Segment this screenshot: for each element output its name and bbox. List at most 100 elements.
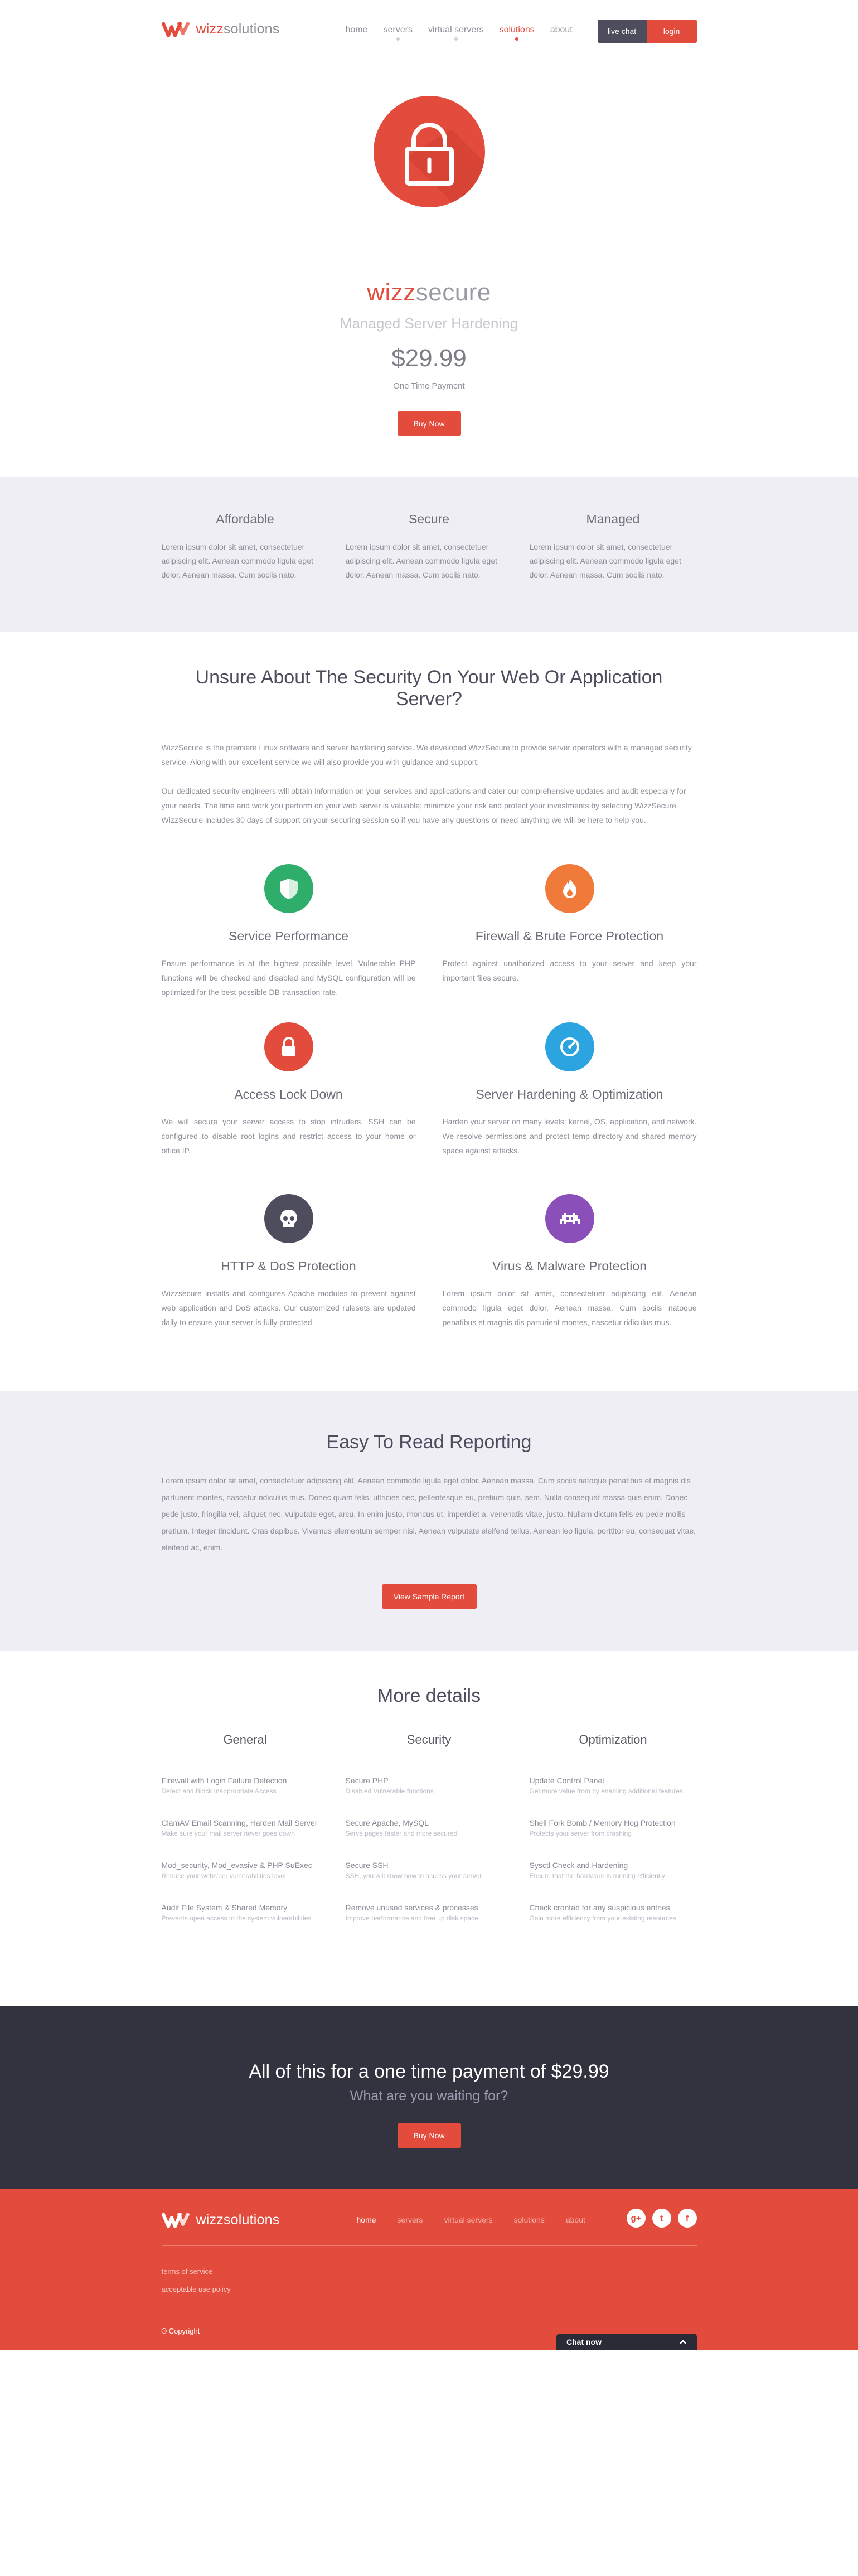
skull-icon bbox=[264, 1194, 313, 1243]
nav-home[interactable]: home bbox=[346, 25, 368, 35]
feature-text: Ensure performance is at the highest pos… bbox=[161, 959, 416, 997]
hero-section: wizzsecure Managed Server Hardening $29.… bbox=[0, 61, 858, 436]
live-chat-button[interactable]: live chat bbox=[597, 20, 647, 43]
benefit-title: Affordable bbox=[216, 512, 274, 526]
benefit-secure: Secure Lorem ipsum dolor sit amet, conse… bbox=[346, 512, 513, 582]
padlock-icon bbox=[373, 96, 485, 207]
list-item: Firewall with Login Failure Detection Det… bbox=[161, 1776, 287, 1795]
feature-title: Virus & Malware Protection bbox=[492, 1259, 647, 1273]
product-price: $29.99 bbox=[391, 345, 467, 372]
feature-server-hardening: Server Hardening & Optimization Harden y… bbox=[443, 1022, 697, 1158]
product-subtitle: Managed Server Hardening bbox=[340, 315, 518, 332]
details-column-heading: Optimization bbox=[579, 1733, 647, 1747]
reporting-text: Lorem ipsum dolor sit amet, consectetuer… bbox=[161, 1476, 696, 1552]
cta-buy-now-button[interactable]: Buy Now bbox=[397, 2123, 461, 2148]
list-item: Secure SSH SSH, you will know how to acce… bbox=[345, 1861, 482, 1880]
reporting-title: Easy To Read Reporting bbox=[326, 1432, 532, 1453]
footer-links: terms of service acceptable use policy bbox=[162, 2263, 231, 2298]
list-item: Remove unused services & processes Improv… bbox=[345, 1903, 478, 1922]
social-links: g+ t f bbox=[626, 2209, 697, 2228]
google-plus-icon[interactable]: g+ bbox=[626, 2209, 646, 2228]
benefit-title: Managed bbox=[586, 512, 640, 526]
security-section-title: Unsure About The Security On Your Web Or… bbox=[195, 667, 663, 710]
lock-icon bbox=[264, 1022, 313, 1071]
details-column-security: Security Secure PHP Disabled Vulnerable f… bbox=[346, 1733, 513, 1944]
feature-text: Lorem ipsum dolor sit amet, consectetuer… bbox=[442, 1289, 697, 1327]
site-logo[interactable]: wizzsolutions bbox=[161, 19, 280, 39]
feature-text: We will secure your server access to sto… bbox=[161, 1117, 416, 1155]
footer-nav-virtual-servers[interactable]: virtual servers bbox=[444, 2215, 492, 2224]
flame-icon bbox=[545, 864, 594, 913]
details-columns: General Firewall with Login Failure Dete… bbox=[162, 1733, 697, 1944]
footer-nav-solutions[interactable]: solutions bbox=[514, 2215, 545, 2224]
feature-access-lock-down: Access Lock Down We will secure your ser… bbox=[162, 1022, 416, 1158]
view-sample-report-button[interactable]: View Sample Report bbox=[381, 1584, 477, 1609]
footer-nav-about[interactable]: about bbox=[566, 2215, 585, 2224]
feature-text: Protect against unathorized access to yo… bbox=[442, 959, 697, 982]
security-section: Unsure About The Security On Your Web Or… bbox=[0, 632, 858, 1391]
details-column-heading: Security bbox=[406, 1733, 452, 1747]
list-item: Shell Fork Bomb / Memory Hog Protection P… bbox=[529, 1818, 676, 1837]
site-footer: wizzsolutions home servers virtual serve… bbox=[0, 2189, 858, 2350]
benefits-strip: Affordable Lorem ipsum dolor sit amet, c… bbox=[0, 477, 858, 632]
logo-text: wizzsolutions bbox=[196, 21, 280, 37]
list-item: Secure PHP Disabled Vulnerable functions bbox=[345, 1776, 434, 1795]
chat-now-widget[interactable]: Chat now bbox=[556, 2334, 697, 2350]
nav-virtual-servers[interactable]: virtual servers bbox=[428, 25, 484, 41]
cta-section: All of this for a one time payment of $2… bbox=[0, 2006, 858, 2189]
feature-title: Firewall & Brute Force Protection bbox=[475, 929, 664, 943]
benefit-managed: Managed Lorem ipsum dolor sit amet, cons… bbox=[530, 512, 697, 582]
gauge-icon bbox=[545, 1022, 594, 1071]
main-nav: home servers virtual servers solutions a… bbox=[346, 25, 573, 41]
cta-subline: What are you waiting for? bbox=[350, 2088, 508, 2104]
invader-icon bbox=[545, 1194, 594, 1243]
shield-icon bbox=[264, 864, 313, 913]
nav-servers[interactable]: servers bbox=[384, 25, 413, 41]
logo-text: wizzsolutions bbox=[196, 2211, 280, 2228]
footer-logo[interactable]: wizzsolutions bbox=[161, 2210, 280, 2230]
copyright: © Copyright bbox=[161, 2327, 200, 2335]
product-name: wizzsecure bbox=[367, 279, 491, 306]
feature-title: Server Hardening & Optimization bbox=[476, 1087, 663, 1102]
feature-title: Service Performance bbox=[229, 929, 348, 943]
list-item: Secure Apache, MySQL Serve pages faster a… bbox=[345, 1818, 458, 1837]
cta-headline: All of this for a one time payment of $2… bbox=[249, 2061, 609, 2082]
nav-solutions[interactable]: solutions bbox=[500, 25, 535, 41]
feature-title: Access Lock Down bbox=[234, 1087, 343, 1102]
list-item: Sysctl Check and Hardening Ensure that th… bbox=[529, 1861, 665, 1880]
twitter-icon[interactable]: t bbox=[652, 2209, 671, 2228]
acceptable-use-policy-link[interactable]: acceptable use policy bbox=[162, 2281, 231, 2298]
terms-of-service-link[interactable]: terms of service bbox=[162, 2263, 231, 2281]
details-column-general: General Firewall with Login Failure Dete… bbox=[162, 1733, 329, 1944]
list-item: Mod_security, Mod_evasive & PHP SuExec Re… bbox=[161, 1861, 312, 1880]
facebook-icon[interactable]: f bbox=[677, 2209, 697, 2228]
list-item: Check crontab for any suspicious entries… bbox=[529, 1903, 676, 1922]
price-note: One Time Payment bbox=[393, 381, 465, 391]
intro-paragraph: Our dedicated security engineers will ob… bbox=[161, 787, 686, 824]
feature-service-performance: Service Performance Ensure performance i… bbox=[162, 864, 416, 1000]
benefit-title: Secure bbox=[409, 512, 449, 526]
benefit-affordable: Affordable Lorem ipsum dolor sit amet, c… bbox=[162, 512, 329, 582]
feature-text: Wizzsecure installs and configures Apach… bbox=[161, 1289, 416, 1327]
login-button[interactable]: login bbox=[646, 20, 697, 43]
intro-paragraph: WizzSecure is the premiere Linux softwar… bbox=[161, 743, 692, 767]
logo-mark-icon bbox=[161, 2212, 190, 2228]
feature-title: HTTP & DoS Protection bbox=[221, 1259, 356, 1273]
list-item: Update Control Panel Get more value from … bbox=[529, 1776, 684, 1795]
security-intro: WizzSecure is the premiere Linux softwar… bbox=[162, 740, 697, 827]
list-item: Audit File System & Shared Memory Prevent… bbox=[161, 1903, 312, 1922]
footer-nav-servers[interactable]: servers bbox=[398, 2215, 423, 2224]
site-header: wizzsolutions home servers virtual serve… bbox=[0, 0, 858, 61]
more-details-title: More details bbox=[377, 1685, 481, 1706]
nav-about[interactable]: about bbox=[550, 25, 573, 35]
hero-buy-now-button[interactable]: Buy Now bbox=[397, 411, 461, 436]
feature-virus-malware: Virus & Malware Protection Lorem ipsum d… bbox=[443, 1194, 697, 1330]
reporting-section: Easy To Read Reporting Lorem ipsum dolor… bbox=[0, 1391, 858, 1651]
chevron-up-icon bbox=[679, 2337, 687, 2346]
more-details-section: More details General Firewall with Login… bbox=[0, 1651, 858, 2006]
list-item: ClamAV Email Scanning, Harden Mail Serve… bbox=[161, 1818, 318, 1837]
benefit-text: Lorem ipsum dolor sit amet, consectetuer… bbox=[529, 542, 681, 579]
benefit-text: Lorem ipsum dolor sit amet, consectetuer… bbox=[161, 542, 313, 579]
details-column-heading: General bbox=[223, 1733, 267, 1747]
footer-nav-home[interactable]: home bbox=[357, 2215, 376, 2224]
